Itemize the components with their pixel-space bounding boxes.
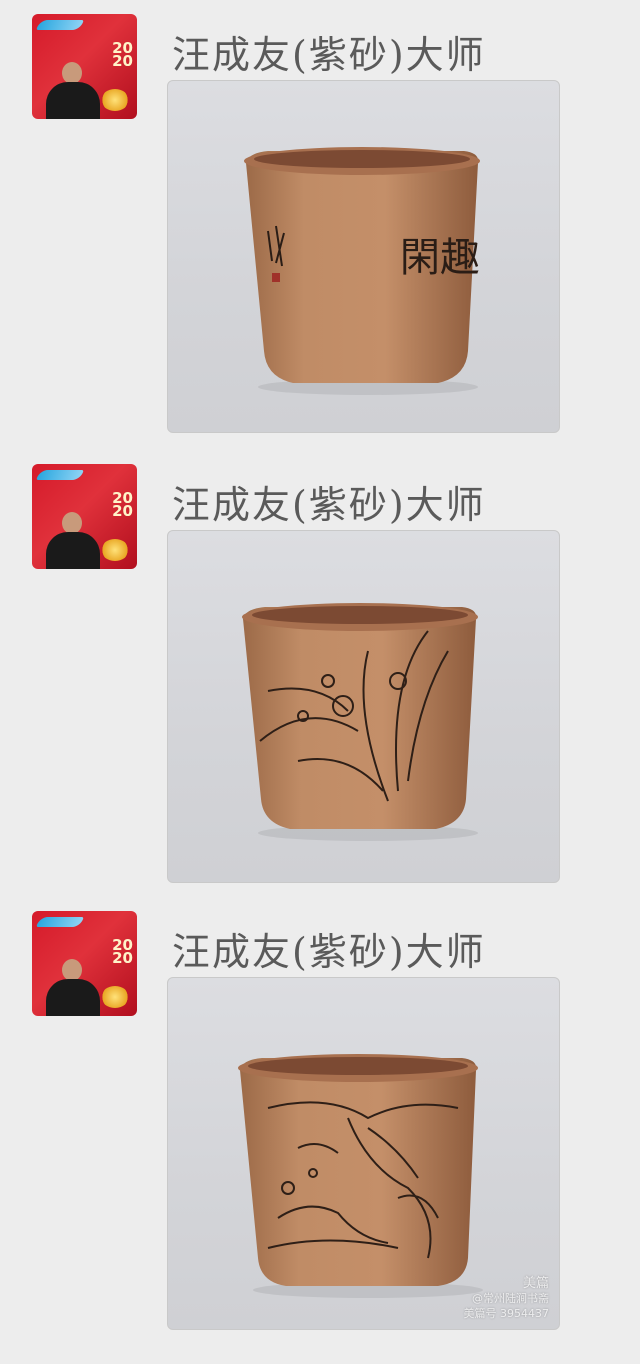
- avatar-logo-text: 20 20: [112, 39, 133, 70]
- chat-feed: 20 20 汪成友(紫砂)大师 閑趣 20 20 汪成友(紫砂)大师 20 20…: [0, 0, 640, 1364]
- watermark: 美篇 @常州陆涧书斋 美篇号 3954437: [464, 1276, 550, 1321]
- logo-icon: [36, 917, 84, 927]
- person-body: [46, 532, 100, 569]
- person-icon: [62, 512, 82, 534]
- teacup-photo: 閑趣: [244, 147, 480, 395]
- person-icon: [62, 62, 82, 84]
- decoration-icon: [101, 539, 129, 561]
- watermark-author: @常州陆涧书斋: [472, 1292, 549, 1305]
- chat-message: 20 20 汪成友(紫砂)大师: [0, 897, 640, 1343]
- teacup-photo: [242, 603, 478, 841]
- person-body: [46, 979, 100, 1016]
- chat-message: 20 20 汪成友(紫砂)大师: [0, 450, 640, 896]
- chat-message: 20 20 汪成友(紫砂)大师: [0, 0, 640, 446]
- avatar[interactable]: 20 20: [32, 464, 137, 569]
- avatar[interactable]: 20 20: [32, 14, 137, 119]
- image-message[interactable]: 閑趣: [167, 80, 560, 433]
- logo-icon: [36, 20, 84, 30]
- decoration-icon: [101, 89, 129, 111]
- calligraphy-inscription: 閑趣: [400, 235, 480, 281]
- sender-name: 汪成友(紫砂)大师: [172, 33, 486, 77]
- avatar-logo-text: 20 20: [112, 489, 133, 520]
- person-icon: [62, 959, 82, 981]
- sender-name: 汪成友(紫砂)大师: [172, 483, 486, 527]
- watermark-id: 美篇号 3954437: [463, 1307, 550, 1320]
- watermark-brand: 美篇: [522, 1276, 549, 1291]
- person-body: [46, 82, 100, 119]
- image-message[interactable]: [167, 530, 560, 883]
- sender-name: 汪成友(紫砂)大师: [172, 930, 486, 974]
- avatar[interactable]: 20 20: [32, 911, 137, 1016]
- logo-icon: [36, 470, 84, 480]
- avatar-logo-text: 20 20: [112, 936, 133, 967]
- decoration-icon: [101, 986, 129, 1008]
- inscription-text: 閑趣: [400, 235, 480, 281]
- image-message[interactable]: 美篇 @常州陆涧书斋 美篇号 3954437: [167, 977, 560, 1330]
